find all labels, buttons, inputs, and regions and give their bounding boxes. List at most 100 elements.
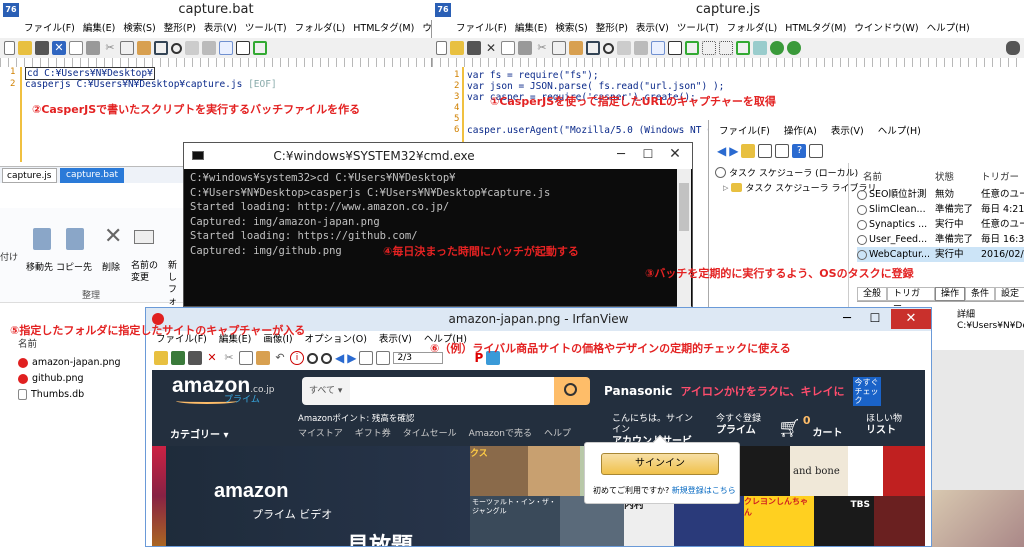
maximize-button[interactable]: ☐ <box>864 311 886 325</box>
tab-capture-bat[interactable]: capture.bat <box>60 168 125 183</box>
nav-help[interactable]: ヘルプ <box>544 426 571 439</box>
save-icon[interactable] <box>467 41 481 55</box>
new-file-icon[interactable] <box>4 41 15 55</box>
close-icon[interactable]: ✕ <box>484 41 498 55</box>
find-next-icon[interactable] <box>617 41 631 55</box>
tab-conditions[interactable]: 条件 <box>964 287 995 301</box>
poster[interactable]: クレヨンしんちゃん <box>744 496 814 546</box>
bat-menu-htmltag[interactable]: HTMLタグ(M) <box>353 20 414 38</box>
paste-icon[interactable] <box>569 41 583 55</box>
minimize-button[interactable]: ─ <box>836 311 858 326</box>
bat-menu-edit[interactable]: 編集(E) <box>83 20 115 38</box>
nav-sell[interactable]: Amazonで売る <box>469 426 532 439</box>
ts-menu-help[interactable]: ヘルプ(H) <box>878 124 921 140</box>
poster[interactable] <box>883 446 925 496</box>
delete-icon[interactable]: ✕ <box>205 351 219 365</box>
green-square-2-icon[interactable] <box>736 41 750 55</box>
forward-arrow-icon[interactable]: ▶ <box>729 144 738 158</box>
close-icon[interactable]: ✕ <box>52 41 66 55</box>
find-next-icon[interactable] <box>185 41 199 55</box>
undo-icon[interactable]: ↶ <box>273 351 287 365</box>
replace-icon[interactable] <box>634 41 648 55</box>
move-to-icon[interactable] <box>33 228 51 250</box>
nav-sale[interactable]: タイムセール <box>403 426 457 439</box>
bat-menu-format[interactable]: 整形(P) <box>164 20 196 38</box>
cut-icon[interactable]: ✂ <box>535 41 549 55</box>
tab-triggers[interactable]: トリガー <box>887 287 935 312</box>
tree-root[interactable]: タスク スケジューラ (ローカル) <box>715 166 858 179</box>
open-folder-icon[interactable] <box>18 41 32 55</box>
binoculars-icon[interactable] <box>1006 41 1020 55</box>
info-icon[interactable]: i <box>290 351 304 365</box>
poster[interactable]: モーツァルト・イン・ザ・ジャングル <box>470 496 560 546</box>
help-icon[interactable]: ? <box>792 144 807 158</box>
last-page-icon[interactable] <box>376 351 391 365</box>
first-page-icon[interactable] <box>359 351 374 365</box>
window-icon[interactable] <box>154 41 168 55</box>
js-menu-tools[interactable]: ツール(T) <box>677 20 719 38</box>
close-button[interactable]: ✕ <box>664 146 686 162</box>
show-hide-icon[interactable] <box>758 144 773 158</box>
folder-up-icon[interactable] <box>741 144 756 158</box>
table-row-selected[interactable]: WebCaptur... 実行中 2016/02/ <box>857 247 1024 262</box>
bat-menu-tools[interactable]: ツール(T) <box>245 20 287 38</box>
prev-arrow-icon[interactable]: ◀ <box>335 351 344 365</box>
cart[interactable]: 🛒︎ 0 カート <box>778 414 843 439</box>
table-row[interactable]: SlimClean... 準備完了 毎日 4:21 <box>857 202 1024 217</box>
print-preview-icon[interactable] <box>501 41 515 55</box>
irfan-menu-options[interactable]: オプション(O) <box>305 332 367 348</box>
back-arrow-icon[interactable]: ◀ <box>717 144 726 158</box>
tree-icon[interactable] <box>753 41 767 55</box>
amazon-search-scope[interactable]: すべて ▾ <box>302 377 350 405</box>
nav-mystore[interactable]: マイストア <box>298 426 343 439</box>
window-icon[interactable] <box>586 41 600 55</box>
copy-icon[interactable] <box>120 41 134 55</box>
bat-menu-folder[interactable]: フォルダ(L) <box>295 20 346 38</box>
ts-menu-file[interactable]: ファイル(F) <box>719 124 770 140</box>
globe-icon[interactable] <box>770 41 784 55</box>
js-menu-format[interactable]: 整形(P) <box>596 20 628 38</box>
register-link[interactable]: 新規登録はこちら <box>672 486 736 495</box>
bat-menu-file[interactable]: ファイル(F) <box>24 20 75 38</box>
jump-icon[interactable] <box>236 41 250 55</box>
table-row[interactable]: Synaptics ... 実行中 任意のユー <box>857 217 1024 232</box>
move-to-button[interactable]: 移動先 <box>26 260 53 273</box>
bat-menu-view[interactable]: 表示(V) <box>204 20 237 38</box>
tab-settings[interactable]: 設定 <box>994 287 1024 301</box>
copy-to-icon[interactable] <box>66 228 84 250</box>
maximize-button[interactable]: ☐ <box>639 147 657 161</box>
ts-col-name[interactable]: 名前 <box>857 170 935 185</box>
paste-icon[interactable] <box>137 41 151 55</box>
points-link[interactable]: Amazonポイント: 残高を確認 <box>298 412 414 424</box>
tab-general[interactable]: 全般 <box>857 287 887 301</box>
new-folder-button[interactable]: 新し フォ <box>168 260 182 308</box>
next-arrow-icon[interactable]: ▶ <box>347 351 356 365</box>
prime-menu[interactable]: 今すぐ登録 プライム <box>716 414 761 436</box>
irfan-menu-view[interactable]: 表示(V) <box>379 332 412 348</box>
close-button[interactable]: ✕ <box>891 309 931 329</box>
rename-button[interactable]: 名前の変更 <box>131 260 159 284</box>
panel-icon[interactable] <box>809 144 824 158</box>
table-row[interactable]: User_Feed... 準備完了 毎日 16:3 <box>857 232 1024 247</box>
ts-col-trigger[interactable]: トリガー <box>981 170 1024 185</box>
table-row[interactable]: SEO順位計測 無効 任意のユー <box>857 187 1024 202</box>
copy-icon[interactable] <box>239 351 253 365</box>
grid-icon[interactable] <box>702 41 716 55</box>
prime-video-hero[interactable]: amazon プライム ビデオ 見放題 <box>152 446 470 546</box>
banner-badge[interactable]: 今すぐ チェック <box>852 376 881 406</box>
save-icon[interactable] <box>188 351 202 365</box>
zoom-out-icon[interactable] <box>321 352 332 364</box>
open-folder-icon[interactable] <box>154 351 168 365</box>
js-menu-view[interactable]: 表示(V) <box>636 20 669 38</box>
tab-actions[interactable]: 操作 <box>934 287 965 301</box>
cut-icon[interactable]: ✂ <box>103 41 117 55</box>
poster[interactable]: and bone <box>790 446 848 496</box>
bat-menu-search[interactable]: 検索(S) <box>123 20 155 38</box>
rename-icon[interactable] <box>134 230 154 244</box>
category-menu[interactable]: カテゴリー ▾ <box>170 426 229 441</box>
js-menu-help[interactable]: ヘルプ(H) <box>927 20 970 38</box>
print-icon[interactable] <box>518 41 532 55</box>
js-menu-htmltag[interactable]: HTMLタグ(M) <box>785 20 846 38</box>
copy-icon[interactable] <box>552 41 566 55</box>
amazon-search-input[interactable] <box>350 377 554 405</box>
